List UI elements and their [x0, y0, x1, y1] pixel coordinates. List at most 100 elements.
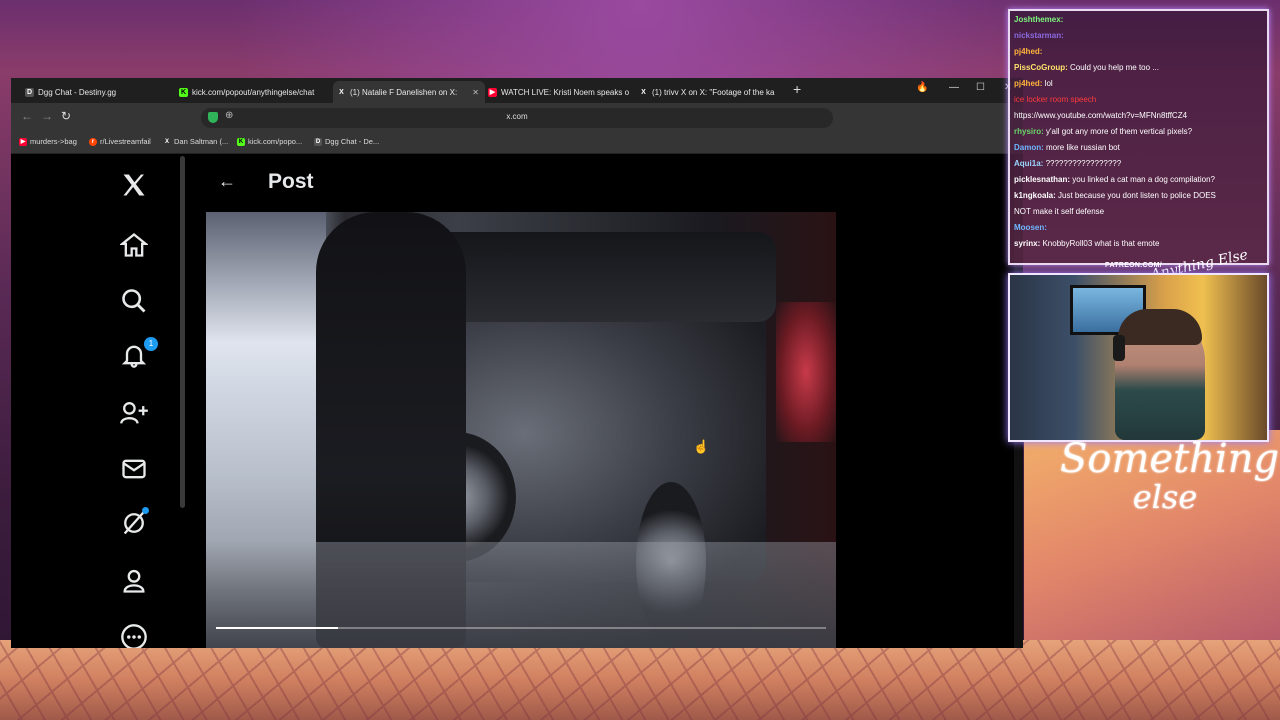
- tab-title: Dgg Chat - Destiny.gg: [38, 87, 117, 97]
- browser-window: D Dgg Chat - Destiny.gg K kick.com/popou…: [11, 78, 1023, 648]
- bookmarks-bar: ▶ murders->bag r r/Livestreamfail X Dan …: [11, 133, 1023, 154]
- tab-natalie-post[interactable]: X (1) Natalie F Danelishen on X: ✕: [333, 81, 485, 103]
- webcam-feed: [1008, 273, 1269, 442]
- grok-icon[interactable]: [111, 506, 157, 542]
- tab-trivv-post[interactable]: X (1) trivv X on X: "Footage of the ka: [639, 81, 787, 103]
- more-icon[interactable]: [111, 620, 157, 648]
- bookmark-label: Dan Saltman (...: [174, 137, 229, 146]
- chat-text: lol: [1044, 79, 1053, 88]
- chat-message: Damon: more like russian bot: [1014, 143, 1120, 152]
- chat-username[interactable]: k1ngkoala:: [1014, 191, 1058, 200]
- desert-cracks: [0, 640, 1280, 720]
- tab-kick-chat[interactable]: K kick.com/popout/anythingelse/chat: [179, 81, 329, 103]
- tab-title: (1) Natalie F Danelishen on X:: [350, 87, 458, 97]
- address-bar[interactable]: ⊕ x.com: [201, 108, 833, 128]
- tab-title: (1) trivv X on X: "Footage of the ka: [652, 87, 775, 97]
- back-arrow-icon[interactable]: ←: [218, 171, 236, 192]
- tab-dgg-chat[interactable]: D Dgg Chat - Destiny.gg: [25, 81, 170, 103]
- bookmark-dan-saltman[interactable]: X Dan Saltman (...: [163, 137, 228, 146]
- youtube-icon: ▶: [488, 87, 497, 97]
- bookmark-label: Dgg Chat - De...: [325, 137, 380, 146]
- chat-message: k1ngkoala: Just because you dont listen …: [1014, 191, 1216, 200]
- back-button[interactable]: ←: [21, 109, 33, 123]
- video-car-window: [416, 232, 776, 322]
- new-tab-button[interactable]: +: [793, 81, 801, 97]
- x-icon: X: [164, 138, 169, 145]
- reload-button[interactable]: ↻: [61, 109, 71, 123]
- chat-message: https://www.youtube.com/watch?v=MFNn8tff…: [1014, 111, 1187, 120]
- notifications-icon[interactable]: 1: [111, 336, 158, 374]
- flame-icon[interactable]: 🔥: [916, 82, 928, 93]
- bookmark-murders[interactable]: ▶ murders->bag: [19, 137, 77, 146]
- chat-message: pj4hed:: [1014, 47, 1042, 56]
- home-icon[interactable]: [111, 228, 157, 262]
- x-page: 1 ← Post ☝: [11, 154, 1023, 648]
- maximize-button[interactable]: ☐: [976, 82, 985, 93]
- bookmark-label: r/Livestreamfail: [100, 137, 151, 146]
- chat-text: more like russian bot: [1046, 143, 1120, 152]
- chat-username[interactable]: syrinx:: [1014, 239, 1042, 248]
- something-else-logo: Something else: [1060, 439, 1279, 516]
- search-icon[interactable]: [111, 284, 157, 318]
- follow-icon[interactable]: [111, 396, 157, 430]
- something-else-line1: Something: [1060, 436, 1280, 482]
- chat-message: syrinx: KnobbyRoll03 what is that emote: [1014, 239, 1159, 248]
- page-title: Post: [268, 170, 314, 193]
- tab-title: WATCH LIVE: Kristi Noem speaks o: [501, 87, 630, 97]
- chat-username[interactable]: PissCoGroup:: [1014, 63, 1070, 72]
- tab-title: kick.com/popout/anythingelse/chat: [192, 87, 315, 97]
- chat-username[interactable]: pj4hed:: [1014, 47, 1042, 56]
- chat-username[interactable]: Joshthemex:: [1014, 15, 1063, 24]
- youtube-icon: ▶: [19, 137, 27, 146]
- video-ground: [206, 542, 836, 648]
- chat-text: https://www.youtube.com/watch?v=MFNn8tff…: [1014, 111, 1188, 120]
- chat-message: Moosen:: [1014, 223, 1047, 232]
- bookmark-kick[interactable]: K kick.com/popo...: [237, 137, 302, 146]
- chat-message: pj4hed: lol: [1014, 79, 1053, 88]
- chat-text: ?????????????????: [1045, 159, 1122, 168]
- chat-username[interactable]: Aqui1a:: [1014, 159, 1046, 168]
- browser-toolbar: ← → ↻ ⊕ x.com: [11, 103, 1023, 133]
- forward-button[interactable]: →: [41, 109, 53, 123]
- chat-message: NOT make it self defense: [1014, 207, 1104, 216]
- bookmark-label: murders->bag: [30, 137, 77, 146]
- messages-icon[interactable]: [111, 452, 157, 486]
- video-player[interactable]: ☝: [206, 212, 836, 648]
- chat-text: y'all got any more of them vertical pixe…: [1046, 127, 1193, 136]
- kick-icon: K: [237, 137, 245, 146]
- chat-username[interactable]: nickstarman:: [1014, 31, 1064, 40]
- tab-watch-live[interactable]: ▶ WATCH LIVE: Kristi Noem speaks o: [488, 81, 632, 103]
- chat-message: nickstarman:: [1014, 31, 1064, 40]
- destiny-icon: D: [314, 137, 322, 146]
- hand-cursor-icon: ☝: [693, 439, 710, 454]
- webcam-streamer-hair: [1118, 309, 1202, 345]
- chat-text: KnobbyRoll03 what is that emote: [1042, 239, 1160, 248]
- chat-username[interactable]: pj4hed:: [1014, 79, 1045, 88]
- minimize-button[interactable]: —: [949, 82, 959, 93]
- chat-message: PissCoGroup: Could you help me too ...: [1014, 63, 1159, 72]
- chat-username[interactable]: rhysiro:: [1014, 127, 1046, 136]
- chat-message: picklesnathan: you linked a cat man a do…: [1014, 175, 1215, 184]
- tab-strip: D Dgg Chat - Destiny.gg K kick.com/popou…: [11, 78, 1023, 103]
- video-progress-bar[interactable]: [216, 627, 826, 629]
- profile-icon[interactable]: [111, 564, 157, 598]
- bookmark-livestreamfail[interactable]: r r/Livestreamfail: [89, 137, 151, 146]
- x-logo-icon[interactable]: [111, 168, 157, 202]
- sidebar-scrollbar[interactable]: [180, 156, 185, 508]
- chat-username[interactable]: picklesnathan:: [1014, 175, 1072, 184]
- chat-message: ice locker room speech: [1014, 95, 1096, 104]
- post-header: ← Post: [206, 154, 854, 212]
- grok-dot: [142, 506, 149, 514]
- chat-text: Could you help me too ...: [1070, 63, 1159, 72]
- chat-username[interactable]: Moosen:: [1014, 223, 1047, 232]
- something-else-line2: else: [1132, 478, 1198, 516]
- notification-badge: 1: [144, 336, 158, 351]
- video-progress-fill: [216, 627, 338, 629]
- chat-username[interactable]: Damon:: [1014, 143, 1046, 152]
- url-text: x.com: [506, 112, 528, 121]
- close-tab-icon[interactable]: ✕: [472, 88, 479, 97]
- bookmark-dgg-chat[interactable]: D Dgg Chat - De...: [314, 137, 379, 146]
- chat-text: NOT make it self defense: [1014, 207, 1105, 216]
- stream-chat: Joshthemex: nickstarman: pj4hed: PissCoG…: [1008, 9, 1269, 265]
- kick-icon: K: [179, 87, 188, 97]
